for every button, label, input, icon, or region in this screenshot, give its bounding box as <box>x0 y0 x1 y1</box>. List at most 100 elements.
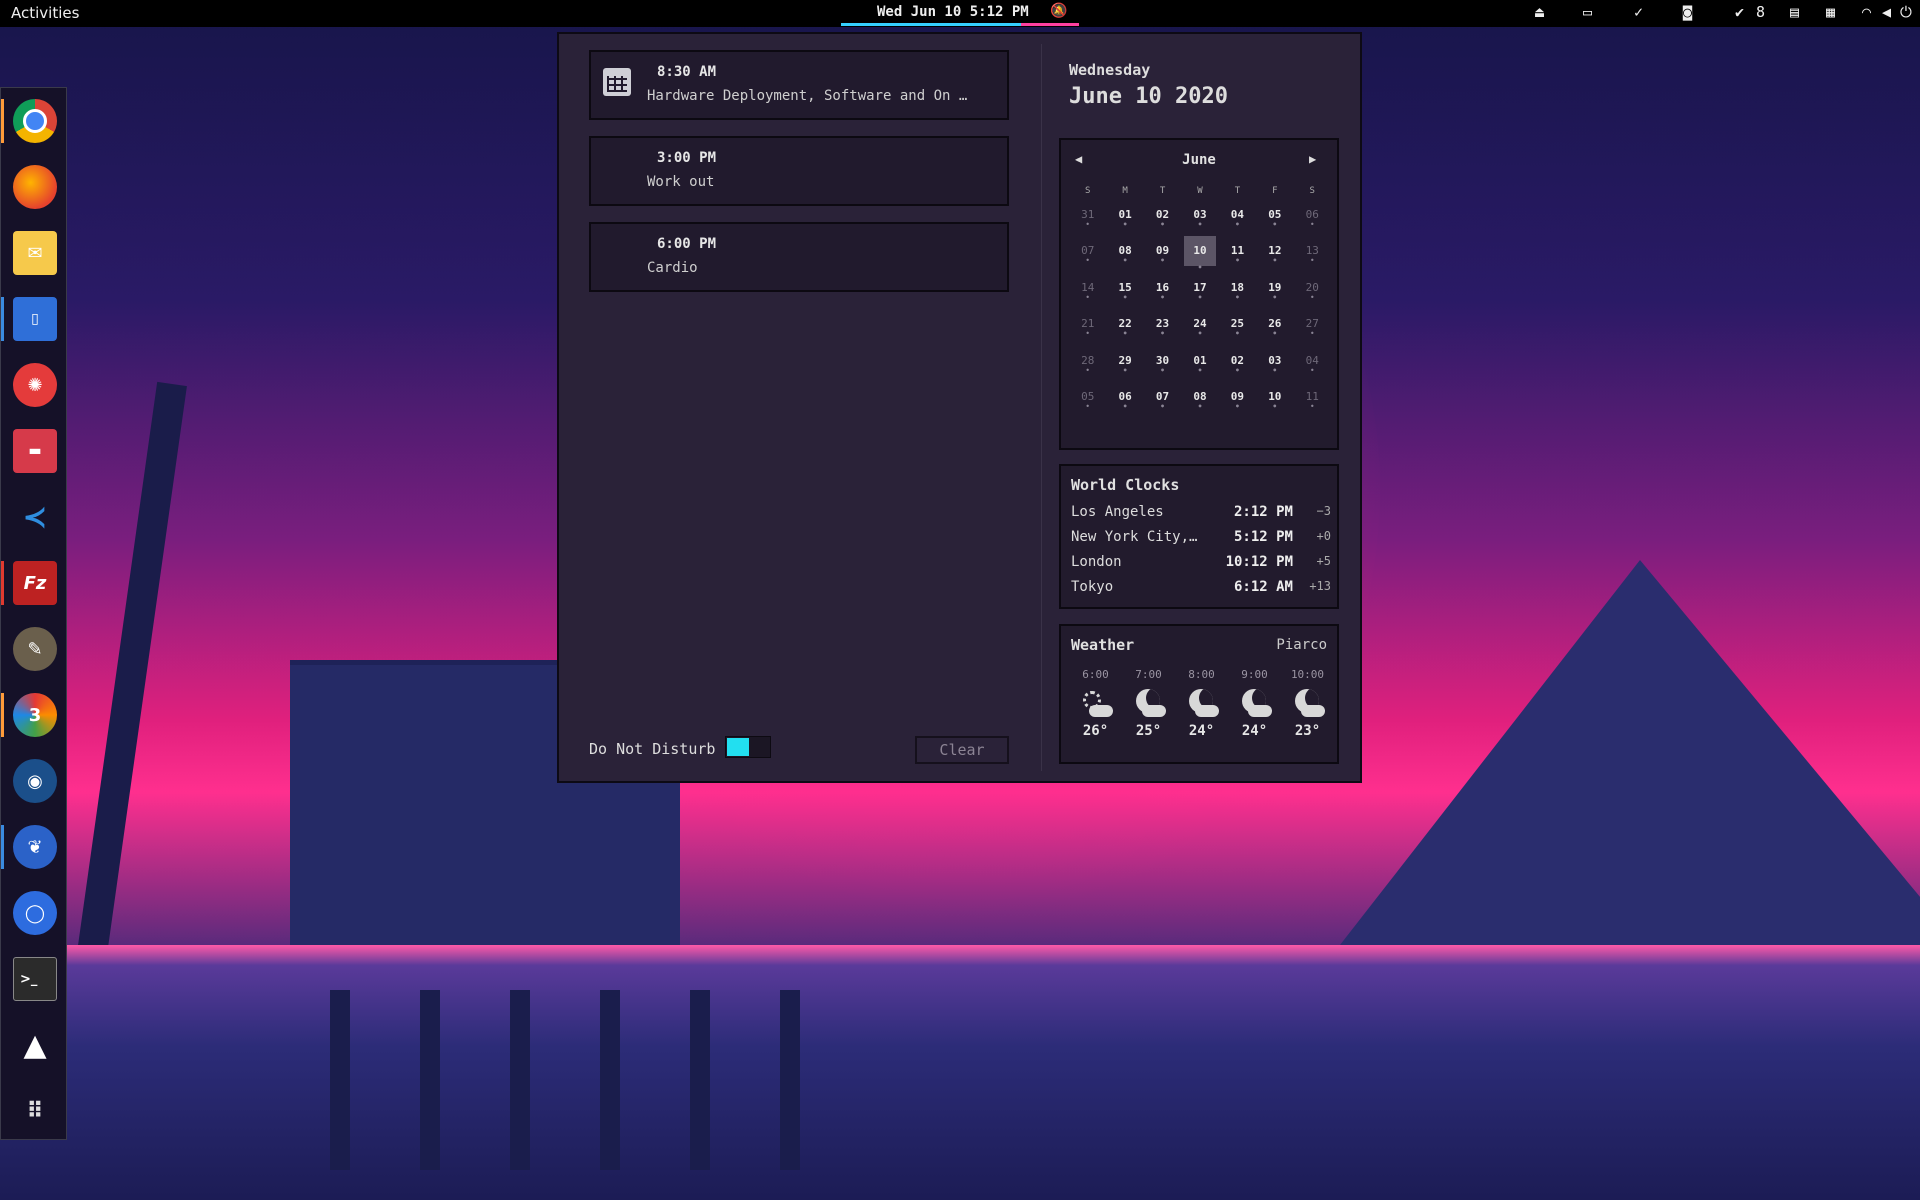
terminal-icon[interactable]: >_ <box>13 957 57 1001</box>
calendar-day[interactable]: 09 <box>1144 244 1182 265</box>
calendar-icon <box>603 68 631 96</box>
calendar-day[interactable]: 09 <box>1219 390 1257 411</box>
calendar-day[interactable]: 28 <box>1069 354 1107 375</box>
top-clock[interactable]: Wed Jun 10 5:12 PM <box>877 4 1029 20</box>
calendar-day[interactable]: 04 <box>1294 354 1332 375</box>
event-item[interactable]: 6:00 PM Cardio <box>589 222 1009 292</box>
calendar-day[interactable]: 07 <box>1144 390 1182 411</box>
weather-temp: 25° <box>1135 723 1162 739</box>
weather[interactable]: Weather Piarco 6:00 26° 7:00 25° 8:00 24… <box>1059 624 1339 764</box>
calendar-day[interactable]: 08 <box>1181 390 1219 411</box>
calendar-day[interactable]: 29 <box>1106 354 1144 375</box>
wc-offset: +0 <box>1316 529 1331 543</box>
volume-icon[interactable]: ◀ <box>1882 3 1891 21</box>
weather-hour-label: 7:00 <box>1135 668 1162 681</box>
screen-icon[interactable]: ▭ <box>1583 3 1592 21</box>
calendar-day[interactable]: 10 <box>1256 390 1294 411</box>
calendar-day[interactable]: 08 <box>1106 244 1144 265</box>
calendar-day[interactable]: 31 <box>1069 208 1107 229</box>
calendar-day[interactable]: 11 <box>1219 244 1257 265</box>
steam-icon[interactable]: ◉ <box>13 759 57 803</box>
clear-button[interactable]: Clear <box>915 736 1009 764</box>
calendar-day[interactable]: 18 <box>1219 281 1257 302</box>
calendar-day[interactable]: 04 <box>1219 208 1257 229</box>
calendar-day[interactable]: 20 <box>1294 281 1332 302</box>
weather-temp: 23° <box>1294 723 1321 739</box>
inkscape-icon[interactable]: ▲ <box>13 1023 57 1067</box>
app-grid-icon[interactable]: ⠿ <box>13 1089 57 1133</box>
full-date[interactable]: June 10 2020 <box>1069 84 1228 109</box>
weekday-header: T <box>1234 186 1241 196</box>
world-clock-row: London 10:12 PM +5 <box>1071 554 1331 576</box>
moon-cloud-icon <box>1187 689 1219 719</box>
dnd-toggle-knob <box>727 738 749 756</box>
calendar-week: 07 08 09 10 11 12 13 <box>1069 233 1332 283</box>
calendar-day[interactable]: 24 <box>1181 317 1219 338</box>
sun-cloud-icon <box>1081 689 1113 719</box>
calendar-day[interactable]: 07 <box>1069 244 1107 265</box>
calendar-day[interactable]: 06 <box>1106 390 1144 411</box>
calendar-day[interactable]: 21 <box>1069 317 1107 338</box>
calendar-day[interactable]: 30 <box>1144 354 1182 375</box>
flare-icon[interactable]: ✺ <box>13 363 57 407</box>
calendar-day[interactable]: 11 <box>1294 390 1332 411</box>
world-clocks[interactable]: World Clocks Los Angeles 2:12 PM −3 New … <box>1059 464 1339 609</box>
tray-count[interactable]: 8 <box>1756 3 1765 21</box>
event-item[interactable]: 3:00 PM Work out <box>589 136 1009 206</box>
power-icon[interactable]: ⏻ <box>1900 3 1912 21</box>
calendar-day[interactable]: 15 <box>1106 281 1144 302</box>
wc-time: 5:12 PM <box>1233 529 1293 545</box>
check-icon[interactable]: ✔ <box>1735 3 1744 21</box>
weekday-header: F <box>1272 186 1278 196</box>
calendar-day[interactable]: 13 <box>1294 244 1332 265</box>
calendar-day[interactable]: 27 <box>1294 317 1332 338</box>
moon-cloud-icon <box>1134 689 1166 719</box>
calendar-day[interactable]: 14 <box>1069 281 1107 302</box>
calendar-day-today[interactable]: 10 <box>1184 235 1216 283</box>
dnd-toggle[interactable] <box>725 736 771 758</box>
check-circle-icon[interactable]: ✓ <box>1634 3 1643 21</box>
world-clock-row: Los Angeles 2:12 PM −3 <box>1071 504 1331 526</box>
calendar-day[interactable]: 01 <box>1181 354 1219 375</box>
calendar-day[interactable]: 16 <box>1144 281 1182 302</box>
calendar-day[interactable]: 25 <box>1219 317 1257 338</box>
signal-icon[interactable]: ◯ <box>13 891 57 935</box>
calendar-day[interactable]: 03 <box>1256 354 1294 375</box>
calendar-day[interactable]: 05 <box>1256 208 1294 229</box>
calendar-weekdays: S M T W T F S <box>1069 186 1331 196</box>
cockatrice-icon[interactable]: ❦ <box>13 825 57 869</box>
calendar-day[interactable]: 17 <box>1181 281 1219 302</box>
event-item[interactable]: 8:30 AM Hardware Deployment, Software an… <box>589 50 1009 120</box>
calendar-day[interactable]: 06 <box>1294 208 1332 229</box>
camera-icon[interactable]: ◙ <box>1683 3 1692 21</box>
vscode-icon[interactable]: ≺ <box>13 495 57 539</box>
weather-temp: 24° <box>1188 723 1215 739</box>
cassette-icon[interactable]: ▬ <box>13 429 57 473</box>
calendar-day[interactable]: 05 <box>1069 390 1107 411</box>
text-editor-icon[interactable]: ▯ <box>13 297 57 341</box>
calendar-day[interactable]: 02 <box>1219 354 1257 375</box>
filezilla-icon[interactable]: Fz <box>13 561 57 605</box>
eject-icon[interactable]: ⏏ <box>1535 3 1544 21</box>
activities-button[interactable]: Activities <box>11 4 79 22</box>
layout-icon[interactable]: ▦ <box>1826 3 1835 21</box>
calendar-week: 21 22 23 24 25 26 27 <box>1069 306 1331 343</box>
wc-city: Los Angeles <box>1071 504 1164 520</box>
clipboard-icon[interactable]: ▤ <box>1790 3 1799 21</box>
blender-3-icon[interactable]: 3 <box>13 693 57 737</box>
gimp-icon[interactable]: ✎ <box>13 627 57 671</box>
calendar-day[interactable]: 26 <box>1256 317 1294 338</box>
calendar-day[interactable]: 23 <box>1144 317 1182 338</box>
calendar-day[interactable]: 03 <box>1181 208 1219 229</box>
firefox-icon[interactable] <box>13 165 57 209</box>
next-month-icon[interactable]: ▶ <box>1309 152 1316 166</box>
mail-icon[interactable]: ✉ <box>13 231 57 275</box>
chrome-icon[interactable] <box>13 99 57 143</box>
calendar-day[interactable]: 01 <box>1106 208 1144 229</box>
calendar-week: 05 06 07 08 09 10 11 <box>1069 379 1331 416</box>
calendar-day[interactable]: 02 <box>1144 208 1182 229</box>
calendar-day[interactable]: 12 <box>1256 244 1294 265</box>
wifi-icon[interactable]: ◠ <box>1862 3 1871 21</box>
calendar-day[interactable]: 22 <box>1106 317 1144 338</box>
calendar-day[interactable]: 19 <box>1256 281 1294 302</box>
